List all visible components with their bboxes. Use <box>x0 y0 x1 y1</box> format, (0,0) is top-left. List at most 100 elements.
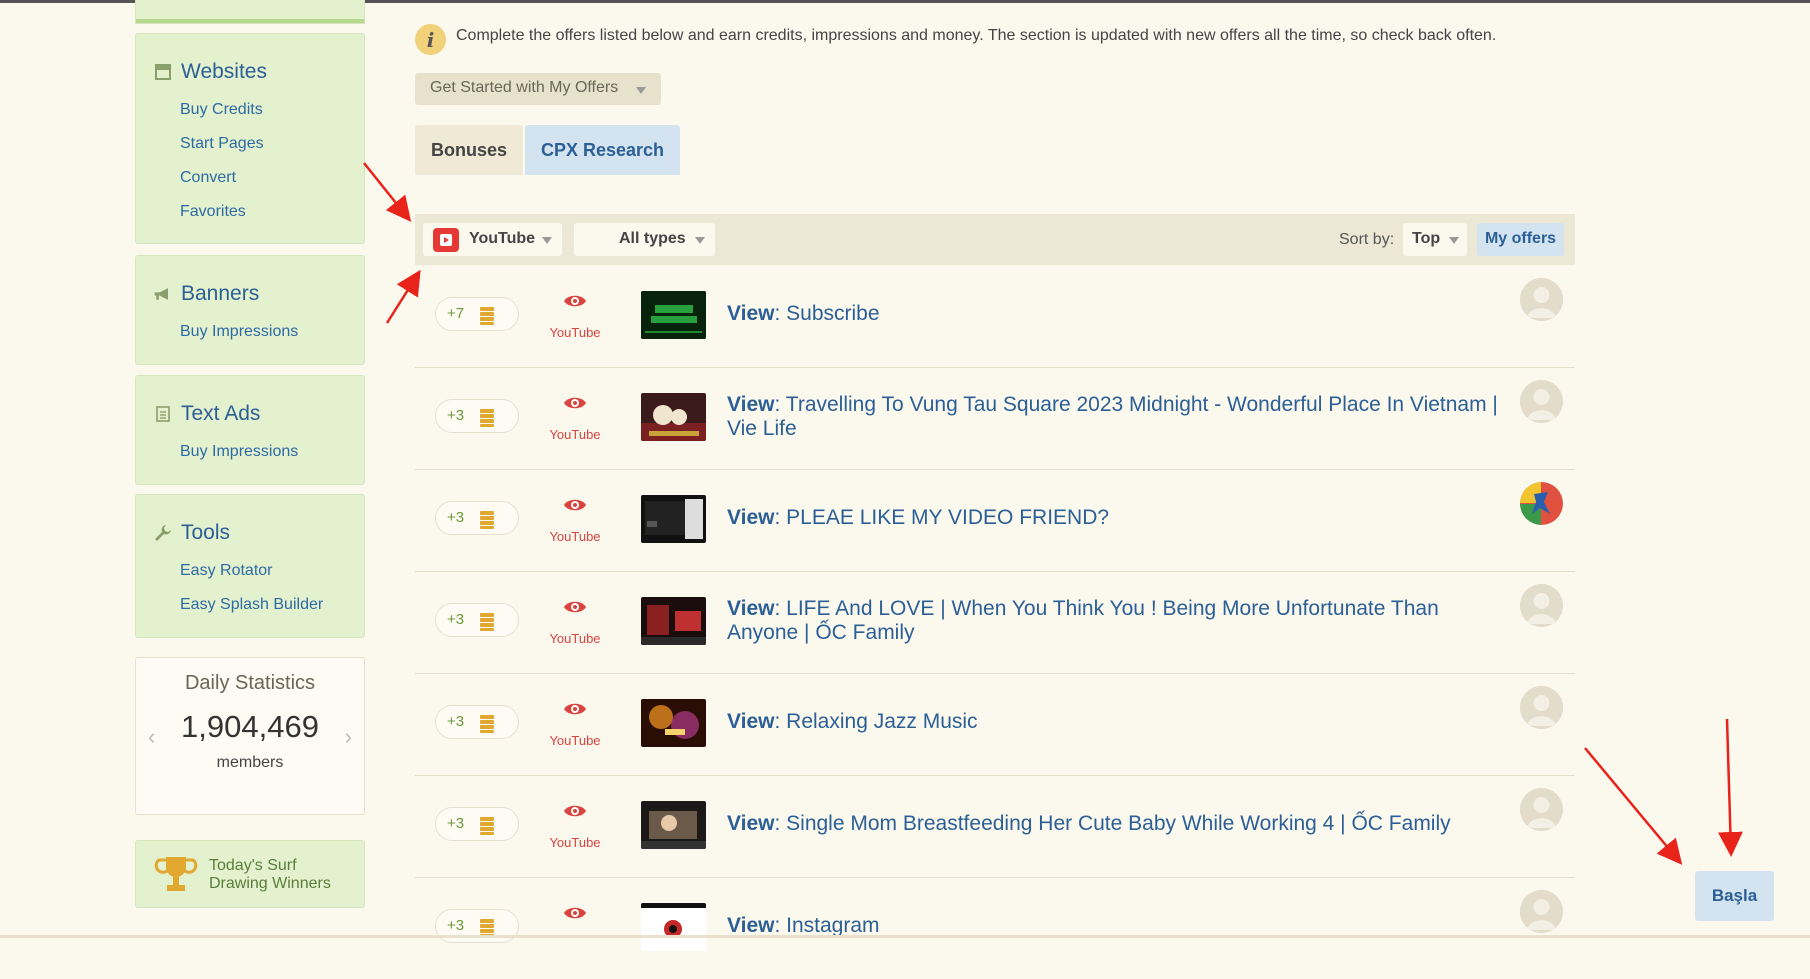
credit-value: +3 <box>447 611 465 628</box>
sidebar-link-easy-rotator[interactable]: Easy Rotator <box>180 561 323 595</box>
section-title[interactable]: Websites <box>181 60 267 84</box>
offer-action: View <box>727 812 775 835</box>
offer-title-link[interactable]: View: Relaxing Jazz Music <box>727 710 1507 734</box>
offer-title-link[interactable]: View: Single Mom Breastfeeding Her Cute … <box>727 812 1507 836</box>
start-button[interactable]: Başla <box>1695 871 1774 921</box>
info-icon: i <box>415 24 446 55</box>
sort-select[interactable]: Top <box>1403 223 1467 256</box>
megaphone-icon <box>153 284 173 304</box>
chevron-down-icon <box>695 237 705 244</box>
platform-select[interactable]: YouTube <box>423 223 562 256</box>
get-started-dropdown[interactable]: Get Started with My Offers <box>415 73 661 105</box>
offer-source: YouTube <box>549 529 601 544</box>
coins-icon <box>480 715 494 733</box>
video-thumbnail[interactable] <box>641 903 706 951</box>
surf-drawing-winners[interactable]: Today's Surf Drawing Winners <box>135 840 365 908</box>
offer-action: View <box>727 506 775 529</box>
avatar[interactable] <box>1520 686 1563 729</box>
my-offers-button[interactable]: My offers <box>1477 223 1564 256</box>
arrow-to-platform-select <box>363 162 412 222</box>
offer-row: +3 YouTube View: Relaxing Jazz Music <box>415 673 1575 776</box>
wrench-icon <box>153 523 173 543</box>
credit-badge: +3 <box>435 807 519 841</box>
eye-icon <box>564 397 586 409</box>
video-thumbnail[interactable] <box>641 393 706 441</box>
offer-row: +7 YouTube View: Subscribe <box>415 265 1575 368</box>
section-title[interactable]: Tools <box>181 521 230 545</box>
credit-value: +3 <box>447 815 465 832</box>
section-title[interactable]: Text Ads <box>181 402 260 426</box>
offer-title: Single Mom Breastfeeding Her Cute Baby W… <box>786 812 1451 835</box>
coins-icon <box>480 817 494 835</box>
coins-icon <box>480 613 494 631</box>
avatar[interactable] <box>1520 278 1563 321</box>
coins-icon <box>480 307 494 325</box>
video-thumbnail[interactable] <box>641 291 706 339</box>
offer-source: YouTube <box>549 631 601 646</box>
eye-icon <box>564 295 586 307</box>
offer-title-link[interactable]: View: LIFE And LOVE | When You Think You… <box>727 597 1507 645</box>
stats-unit: members <box>216 754 284 771</box>
info-icon-glyph: i <box>426 27 435 52</box>
offer-source: YouTube <box>549 427 601 442</box>
offer-row: +3 YouTube View: Single Mom Breastfeedin… <box>415 775 1575 878</box>
offer-row: +3 YouTube View: PLEAE LIKE MY VIDEO FRI… <box>415 469 1575 572</box>
sidebar-link-start-pages[interactable]: Start Pages <box>180 134 264 168</box>
credit-badge: +3 <box>435 501 519 535</box>
sidebar-top-box <box>135 0 365 24</box>
type-select[interactable]: All types <box>574 223 715 256</box>
trophy-icon <box>154 853 198 902</box>
sort-by-label: Sort by: <box>1339 231 1395 248</box>
avatar[interactable] <box>1520 890 1563 933</box>
winners-line-1: Today's Surf <box>209 857 297 874</box>
video-thumbnail[interactable] <box>641 495 706 543</box>
sidebar-link-text-ads-buy-impressions[interactable]: Buy Impressions <box>180 442 298 476</box>
video-thumbnail[interactable] <box>641 801 706 849</box>
credit-badge: +3 <box>435 705 519 739</box>
tab-bonuses[interactable]: Bonuses <box>415 125 523 175</box>
eye-icon <box>564 907 586 919</box>
credit-value: +3 <box>447 917 465 934</box>
sidebar-link-favorites[interactable]: Favorites <box>180 202 264 236</box>
sidebar-section-tools: Tools Easy Rotator Easy Splash Builder <box>135 494 365 638</box>
tab-cpx-research[interactable]: CPX Research <box>525 125 680 175</box>
eye-icon <box>564 703 586 715</box>
offer-title-link[interactable]: View: PLEAE LIKE MY VIDEO FRIEND? <box>727 506 1507 530</box>
chevron-down-icon <box>636 87 646 94</box>
video-thumbnail[interactable] <box>641 699 706 747</box>
offer-action: View <box>727 393 775 416</box>
type-value: All types <box>619 230 686 247</box>
avatar[interactable] <box>1520 788 1563 831</box>
sidebar-section-text-ads: Text Ads Buy Impressions <box>135 375 365 485</box>
avatar[interactable] <box>1520 482 1563 525</box>
offer-row: +3 YouTube View: Travelling To Vung Tau … <box>415 367 1575 470</box>
sidebar-section-websites: Websites Buy Credits Start Pages Convert… <box>135 33 365 244</box>
filter-bar: YouTube All types Sort by: Top My offers <box>415 214 1575 265</box>
youtube-icon <box>433 228 459 252</box>
offer-source: YouTube <box>549 733 601 748</box>
video-thumbnail[interactable] <box>641 597 706 645</box>
sidebar-link-banners-buy-impressions[interactable]: Buy Impressions <box>180 322 298 356</box>
offer-row: +3 View: Instagram <box>415 877 1575 979</box>
sidebar-link-easy-splash-builder[interactable]: Easy Splash Builder <box>180 595 323 629</box>
chevron-down-icon <box>542 237 552 244</box>
sidebar-link-buy-credits[interactable]: Buy Credits <box>180 100 264 134</box>
credit-value: +3 <box>447 407 465 424</box>
sidebar-link-convert[interactable]: Convert <box>180 168 264 202</box>
offer-source: YouTube <box>549 325 601 340</box>
offer-row: +3 YouTube View: LIFE And LOVE | When Yo… <box>415 571 1575 674</box>
avatar[interactable] <box>1520 380 1563 423</box>
stats-number: 1,904,469 <box>181 709 319 744</box>
offer-action: View <box>727 710 775 733</box>
offer-title-link[interactable]: View: Travelling To Vung Tau Square 2023… <box>727 393 1507 441</box>
chevron-right-icon[interactable]: › <box>345 724 352 750</box>
offer-title-link[interactable]: View: Subscribe <box>727 302 1507 326</box>
platform-value: YouTube <box>469 230 536 247</box>
arrow-to-start-button <box>1584 747 1683 865</box>
section-title[interactable]: Banners <box>181 282 259 306</box>
avatar[interactable] <box>1520 584 1563 627</box>
coins-icon <box>480 409 494 427</box>
offer-title: LIFE And LOVE | When You Think You ! Bei… <box>727 597 1439 644</box>
sidebar-section-banners: Banners Buy Impressions <box>135 255 365 365</box>
offer-title: Subscribe <box>786 302 880 325</box>
